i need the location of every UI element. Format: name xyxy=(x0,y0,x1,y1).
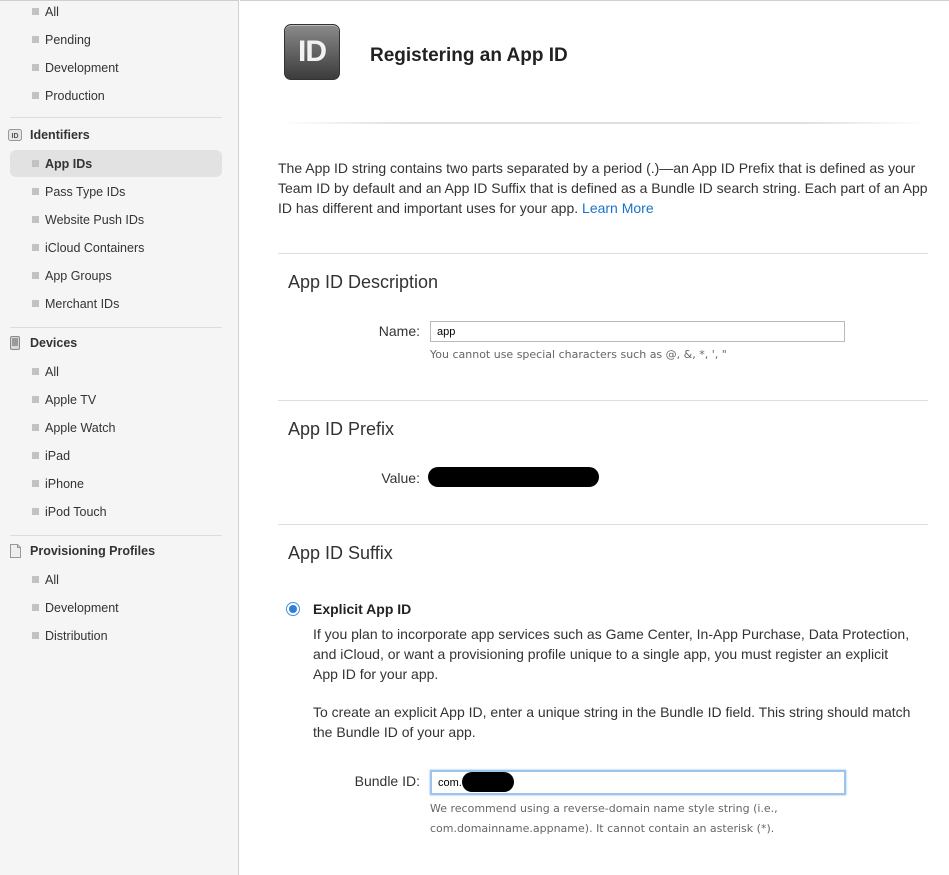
svg-text:ID: ID xyxy=(12,133,19,140)
intro-text: The App ID string contains two parts sep… xyxy=(278,160,928,216)
name-input[interactable] xyxy=(430,321,845,342)
bullet-icon xyxy=(32,64,39,71)
learn-more-link[interactable]: Learn More xyxy=(582,200,654,216)
bullet-icon xyxy=(32,244,39,251)
sidebar-item-profiles-distribution[interactable]: Distribution xyxy=(10,622,222,649)
sidebar-item-app-groups[interactable]: App Groups xyxy=(10,262,222,289)
prefix-value-label: Value: xyxy=(381,470,420,486)
bundle-id-instructions: To create an explicit App ID, enter a un… xyxy=(313,704,911,740)
bullet-icon xyxy=(32,508,39,515)
bullet-icon xyxy=(32,480,39,487)
sidebar-item-certificates-pending[interactable]: Pending xyxy=(10,26,222,53)
id-badge-icon: ID xyxy=(8,128,22,142)
sidebar-divider xyxy=(10,117,222,118)
sidebar-item-profiles-all[interactable]: All xyxy=(10,566,222,593)
sidebar-item-apple-watch[interactable]: Apple Watch xyxy=(10,414,222,441)
redacted-prefix-value xyxy=(428,467,599,487)
section-divider xyxy=(278,524,928,525)
bullet-icon xyxy=(32,216,39,223)
sidebar-item-ipad[interactable]: iPad xyxy=(10,442,222,469)
sidebar-item-certificates-development[interactable]: Development xyxy=(10,54,222,81)
main-content: ID Registering an App ID The App ID stri… xyxy=(240,0,949,875)
sidebar: All Pending Development Production ID Id… xyxy=(0,0,239,875)
bullet-icon xyxy=(32,424,39,431)
sidebar-item-certificates-production[interactable]: Production xyxy=(10,82,222,109)
section-title-suffix: App ID Suffix xyxy=(288,543,393,563)
name-label: Name: xyxy=(378,323,420,339)
sidebar-item-devices-all[interactable]: All xyxy=(10,358,222,385)
bullet-icon xyxy=(32,92,39,99)
section-divider xyxy=(278,400,928,401)
sidebar-item-merchant-ids[interactable]: Merchant IDs xyxy=(10,290,222,317)
radio-selected-dot xyxy=(289,605,297,613)
section-title-prefix: App ID Prefix xyxy=(288,419,395,439)
redacted-bundle-id-segment xyxy=(462,772,514,792)
sidebar-item-app-ids[interactable]: App IDs xyxy=(10,150,222,177)
sidebar-item-profiles-development[interactable]: Development xyxy=(10,594,222,621)
name-hint: You cannot use special characters such a… xyxy=(430,348,727,361)
sidebar-item-apple-tv[interactable]: Apple TV xyxy=(10,386,222,413)
bullet-icon xyxy=(32,300,39,307)
sidebar-section-devices: Devices xyxy=(8,332,222,354)
document-icon xyxy=(8,544,22,558)
bullet-icon xyxy=(32,36,39,43)
explicit-description: If you plan to incorporate app services … xyxy=(313,626,910,682)
app-id-icon: ID xyxy=(284,24,340,80)
bullet-icon xyxy=(32,8,39,15)
bullet-icon xyxy=(32,396,39,403)
sidebar-section-identifiers: ID Identifiers xyxy=(8,124,222,146)
sidebar-item-certificates-all[interactable]: All xyxy=(10,0,222,25)
page-title: Registering an App ID xyxy=(370,45,568,66)
sidebar-section-provisioning-profiles: Provisioning Profiles xyxy=(8,540,222,562)
title-divider xyxy=(280,122,928,124)
bundle-id-label: Bundle ID: xyxy=(354,773,420,789)
explicit-app-id-label[interactable]: Explicit App ID xyxy=(313,601,411,617)
sidebar-item-pass-type-ids[interactable]: Pass Type IDs xyxy=(10,178,222,205)
sidebar-item-website-push-ids[interactable]: Website Push IDs xyxy=(10,206,222,233)
bullet-icon xyxy=(32,368,39,375)
bullet-icon xyxy=(32,604,39,611)
section-title-description: App ID Description xyxy=(288,272,439,292)
bullet-icon xyxy=(32,272,39,279)
bullet-icon xyxy=(32,188,39,195)
bundle-id-hint: We recommend using a reverse-domain name… xyxy=(430,802,778,835)
sidebar-divider xyxy=(10,535,222,536)
sidebar-item-icloud-containers[interactable]: iCloud Containers xyxy=(10,234,222,261)
device-icon xyxy=(8,336,22,350)
explicit-app-id-radio[interactable] xyxy=(286,602,300,616)
bullet-icon xyxy=(32,576,39,583)
bullet-icon xyxy=(32,632,39,639)
sidebar-item-iphone[interactable]: iPhone xyxy=(10,470,222,497)
section-divider xyxy=(278,253,928,254)
sidebar-item-ipod-touch[interactable]: iPod Touch xyxy=(10,498,222,525)
bullet-icon xyxy=(32,452,39,459)
sidebar-divider xyxy=(10,327,222,328)
bullet-icon xyxy=(32,160,39,167)
